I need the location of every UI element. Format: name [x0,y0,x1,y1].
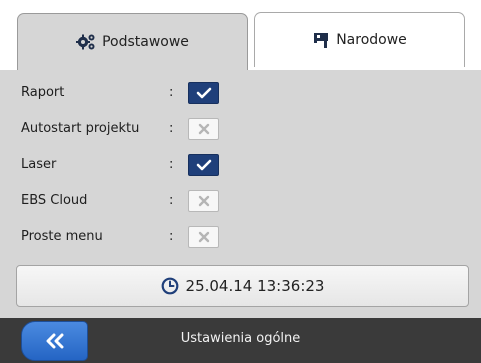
laser-checkbox[interactable] [188,154,219,176]
tab-podstawowe-label: Podstawowe [102,34,189,50]
clock-icon [161,277,179,295]
separator: : [169,229,174,244]
cross-icon [198,231,209,243]
setting-label: Laser [21,157,57,172]
cross-icon [198,123,209,135]
setting-label: Autostart projektu [21,121,140,136]
gears-icon [76,33,96,51]
raport-checkbox[interactable] [188,82,219,104]
datetime-button[interactable]: 25.04.14 13:36:23 [16,265,469,307]
tab-narodowe-label: Narodowe [336,32,407,48]
setting-label: Proste menu [21,229,103,244]
separator: : [169,85,174,100]
autostart-checkbox[interactable] [188,118,219,140]
ebs-cloud-checkbox[interactable] [188,190,219,212]
datetime-value: 25.04.14 13:36:23 [185,277,325,295]
tab-podstawowe[interactable]: Podstawowe [17,13,248,70]
cross-icon [198,195,209,207]
setting-row-autostart: Autostart projektu : [0,112,481,148]
setting-label: Raport [21,85,65,100]
setting-label: EBS Cloud [21,193,88,208]
setting-row-raport: Raport : [0,76,481,112]
setting-row-laser: Laser : [0,148,481,184]
tab-bar: Podstawowe Narodowe [0,0,481,70]
separator: : [169,157,174,172]
proste-menu-checkbox[interactable] [188,226,219,248]
separator: : [169,193,174,208]
screen-title: Ustawienia ogólne [180,331,301,346]
flag-icon [312,32,330,49]
setting-row-proste-menu: Proste menu : [0,220,481,256]
tab-narodowe[interactable]: Narodowe [254,12,465,67]
bottom-bar: Ustawienia ogólne [0,318,481,363]
separator: : [169,121,174,136]
checkmark-icon [196,159,211,171]
checkmark-icon [196,87,211,99]
setting-row-ebs-cloud: EBS Cloud : [0,184,481,220]
